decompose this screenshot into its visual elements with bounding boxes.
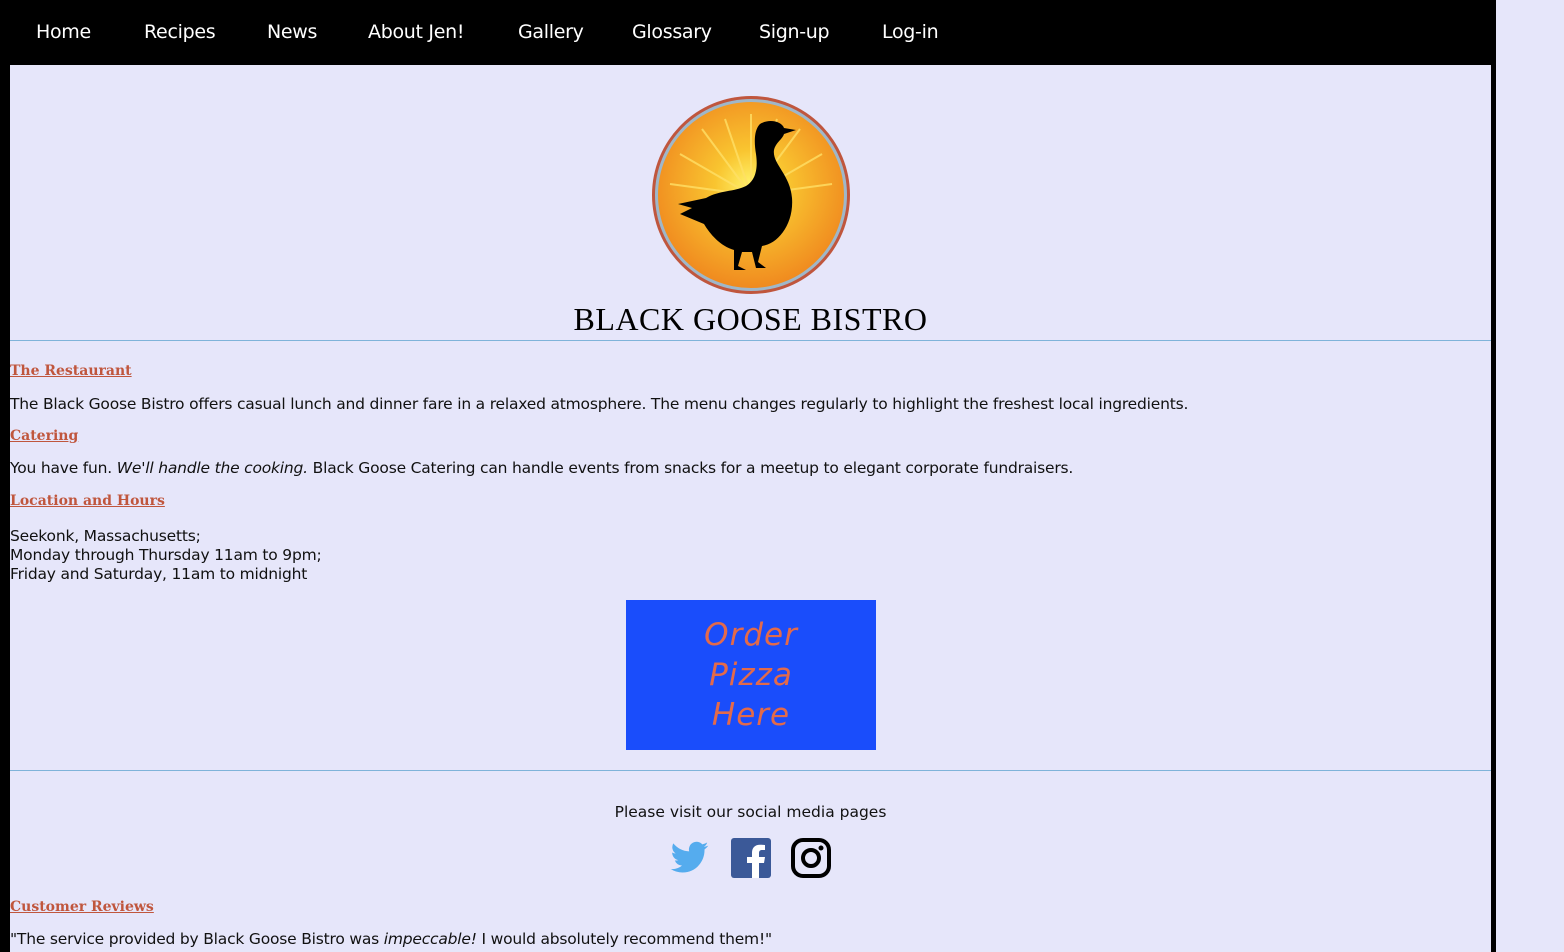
catering-heading[interactable]: Catering [10,428,78,444]
social-caption: Please visit our social media pages [614,803,887,821]
twitter-icon[interactable] [670,837,710,879]
order-pizza-button[interactable]: Order Pizza Here [626,600,876,750]
nav-about[interactable]: About Jen! [368,21,464,43]
nav-signup[interactable]: Sign-up [759,21,830,43]
nav-news[interactable]: News [267,21,317,43]
facebook-icon[interactable] [731,837,771,879]
restaurant-heading[interactable]: The Restaurant [10,363,132,379]
location-line: Seekonk, Massachusetts; [10,527,201,545]
site-title: BLACK GOOSE BISTRO [573,301,928,337]
order-pizza-label: Order Pizza Here [704,617,798,733]
hours-line: Friday and Saturday, 11am to midnight [10,565,308,583]
top-navbar: Home Recipes News About Jen! Gallery Glo… [10,0,1496,65]
catering-text-end: Black Goose Catering can handle events f… [307,459,1074,477]
review-quote: "The service provided by Black Goose Bis… [10,930,772,948]
nav-recipes[interactable]: Recipes [144,21,216,43]
main-content: BLACK GOOSE BISTRO The Restaurant The Bl… [10,65,1491,952]
review-quote-emphasis: impeccable! [383,930,477,948]
divider [10,770,1491,771]
nav-gallery[interactable]: Gallery [518,21,584,43]
instagram-icon[interactable] [791,837,831,879]
nav-glossary[interactable]: Glossary [632,21,712,43]
divider [10,340,1491,341]
catering-text-emphasis: We'll handle the cooking. [116,459,308,477]
review-quote-end: I would absolutely recommend them!" [476,930,773,948]
reviews-heading[interactable]: Customer Reviews [10,899,154,915]
catering-text: You have fun. We'll handle the cooking. … [10,459,1073,477]
nav-home[interactable]: Home [36,21,91,43]
review-quote-start: "The service provided by Black Goose Bis… [10,930,384,948]
hours-line: Monday through Thursday 11am to 9pm; [10,546,322,564]
restaurant-text: The Black Goose Bistro offers casual lun… [10,395,1189,413]
location-heading[interactable]: Location and Hours [10,493,165,509]
black-goose-logo-icon [650,94,852,296]
catering-text-start: You have fun. [10,459,117,477]
nav-login[interactable]: Log-in [882,21,939,43]
